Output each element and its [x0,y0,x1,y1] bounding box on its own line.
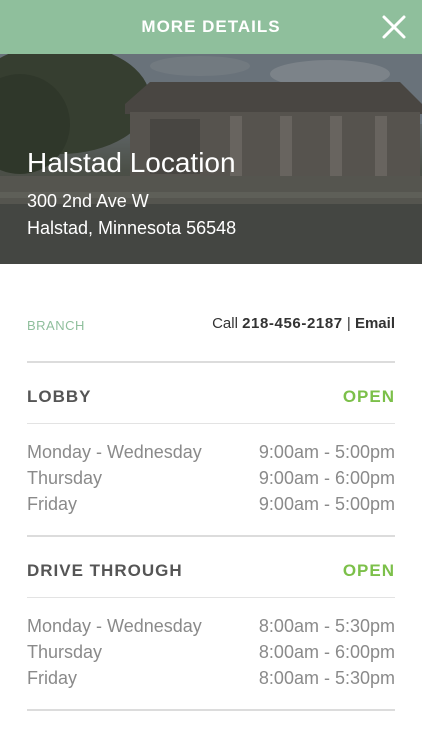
hours-time: 8:00am - 5:30pm [258,616,395,636]
page-title: MORE DETAILS [141,17,281,36]
location-photo: Halstad Location 300 2nd Ave W Halstad, … [0,54,422,264]
hours-row: Monday - Wednesday 8:00am - 5:30pm [27,613,395,639]
section-title: DRIVE THROUGH [27,561,183,580]
hours-time: 9:00am - 5:00pm [258,494,395,514]
hours-days: Friday [27,494,78,514]
section-header: LOBBY OPEN [27,363,395,424]
address-line-2: Halstad, Minnesota 56548 [27,218,237,238]
hours-row: Friday 8:00am - 5:30pm [27,665,395,691]
hours-days: Thursday [27,468,103,488]
contact-separator: | [346,315,351,332]
hours-time: 9:00am - 5:00pm [258,442,395,462]
call-prefix: Call [212,315,238,332]
location-name: Halstad Location [27,147,236,178]
hours-time: 8:00am - 6:00pm [258,642,395,662]
hours-row: Monday - Wednesday 9:00am - 5:00pm [27,439,395,465]
address-line-1: 300 2nd Ave W [27,191,149,211]
close-button[interactable] [380,13,408,41]
hours-list: Monday - Wednesday 8:00am - 5:30pm Thurs… [27,598,395,709]
details-header: MORE DETAILS [0,0,422,54]
hours-time: 9:00am - 6:00pm [258,468,395,488]
hours-row: Friday 9:00am - 5:00pm [27,491,395,517]
branch-label: BRANCH [27,318,85,333]
contact-info: Call 218-456-2187 | Email [212,315,395,332]
phone-link[interactable]: 218-456-2187 [242,315,343,332]
hours-days: Monday - Wednesday [27,442,202,462]
status-badge: OPEN [342,387,395,406]
section-title: LOBBY [27,387,92,406]
email-link[interactable]: Email [355,315,395,332]
close-icon [382,15,406,39]
section-header: DRIVE THROUGH OPEN [27,537,395,598]
hours-days: Monday - Wednesday [27,616,202,636]
status-badge: OPEN [342,561,395,580]
hours-row: Thursday 8:00am - 6:00pm [27,639,395,665]
hours-list: Monday - Wednesday 9:00am - 5:00pm Thurs… [27,424,395,535]
location-info: Halstad Location 300 2nd Ave W Halstad, … [27,146,236,242]
hours-time: 8:00am - 5:30pm [258,668,395,688]
hours-days: Thursday [27,642,103,662]
branch-row: BRANCH Call 218-456-2187 | Email [27,264,395,363]
hours-row: Thursday 9:00am - 6:00pm [27,465,395,491]
lobby-section: LOBBY OPEN Monday - Wednesday 9:00am - 5… [27,363,395,537]
drive-through-section: DRIVE THROUGH OPEN Monday - Wednesday 8:… [27,537,395,711]
details-content: BRANCH Call 218-456-2187 | Email LOBBY O… [27,264,395,711]
hours-days: Friday [27,668,78,688]
